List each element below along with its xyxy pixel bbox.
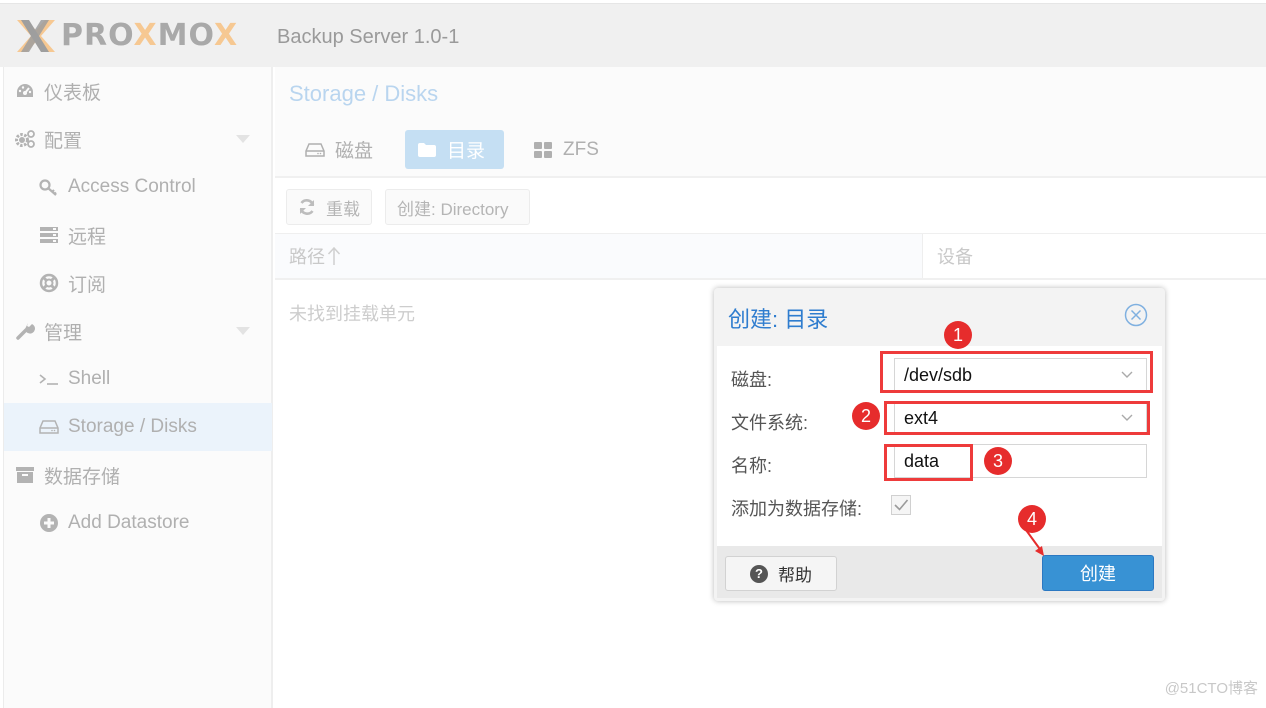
sidebar-item-remotes[interactable]: 远程 — [4, 211, 272, 259]
sidebar-item-label: Add Datastore — [68, 512, 190, 533]
server-icon — [38, 225, 60, 245]
column-header-device[interactable]: 设备 — [922, 234, 1266, 278]
sidebar: 仪表板 配置 Access Control 远程 订阅 管理 Shell Sto… — [3, 67, 273, 708]
grid-icon — [533, 141, 553, 159]
tab-bar: Storage / Disks 磁盘 目录 ZFS — [275, 67, 1266, 178]
column-label: 设备 — [937, 247, 973, 267]
filesystem-select[interactable]: ext4 — [894, 401, 1147, 435]
annotation-badge: 1 — [944, 321, 972, 349]
sidebar-item-label: Storage / Disks — [68, 416, 197, 437]
toolbar: 重载 创建: Directory — [275, 180, 1266, 234]
create-directory-dialog: 创建: 目录 磁盘: /dev/sdb 文件系统: ext4 名称: data … — [714, 288, 1165, 601]
dialog-title: 创建: 目录 — [728, 307, 829, 332]
terminal-icon — [38, 369, 60, 389]
create-label: 创建 — [1080, 564, 1116, 584]
name-input[interactable]: data — [894, 444, 1147, 478]
expand-caret-icon[interactable] — [236, 327, 250, 335]
sidebar-item-datastore[interactable]: 数据存储 — [4, 451, 272, 499]
create-directory-label: 创建: Directory — [397, 199, 509, 219]
page-title: Storage / Disks — [289, 81, 439, 106]
sidebar-item-administration[interactable]: 管理 — [4, 307, 272, 355]
help-label: 帮助 — [778, 566, 812, 585]
proxmox-x-icon — [17, 20, 55, 52]
disk-select[interactable]: /dev/sdb — [894, 358, 1147, 392]
tab-label: ZFS — [563, 138, 599, 160]
add-datastore-label: 添加为数据存储: — [731, 499, 863, 519]
annotation-arrow-icon — [1025, 529, 1044, 556]
product-version: Backup Server 1.0-1 — [277, 26, 460, 48]
sidebar-item-dashboard[interactable]: 仪表板 — [4, 67, 272, 115]
sidebar-item-label: 远程 — [68, 226, 107, 248]
annotation-badge: 3 — [984, 447, 1012, 475]
sidebar-item-subscription[interactable]: 订阅 — [4, 259, 272, 307]
app-header: PROXMOX Backup Server 1.0-1 — [0, 3, 1266, 67]
support-icon — [38, 273, 60, 293]
tab-label: 目录 — [447, 141, 486, 162]
sidebar-item-add-datastore[interactable]: Add Datastore — [4, 499, 272, 547]
sidebar-item-storage-disks[interactable]: Storage / Disks — [4, 403, 272, 451]
tab-label: 磁盘 — [335, 141, 374, 162]
name-label: 名称: — [731, 456, 773, 476]
watermark: @51CTO博客 — [1164, 680, 1258, 697]
filesystem-value: ext4 — [904, 407, 939, 428]
tab-disks[interactable]: 磁盘 — [293, 130, 385, 169]
gears-icon — [14, 129, 36, 149]
sidebar-item-label: 订阅 — [68, 274, 107, 296]
dashboard-icon — [14, 81, 36, 101]
expand-caret-icon[interactable] — [236, 135, 250, 143]
chevron-down-icon[interactable] — [1120, 368, 1134, 382]
reload-label: 重载 — [326, 199, 360, 219]
sidebar-item-label: 仪表板 — [44, 82, 102, 104]
sort-asc-icon — [327, 246, 341, 266]
dialog-footer: ? 帮助 创建 — [717, 546, 1162, 598]
filesystem-label: 文件系统: — [731, 413, 809, 433]
sidebar-item-shell[interactable]: Shell — [4, 355, 272, 403]
close-icon[interactable] — [1124, 303, 1148, 327]
hdd-icon — [38, 417, 60, 437]
sidebar-item-label: 管理 — [44, 322, 83, 344]
sidebar-item-label: 配置 — [44, 130, 83, 152]
archive-icon — [14, 465, 36, 485]
column-label: 路径 — [289, 247, 325, 267]
question-circle-icon: ? — [750, 564, 768, 583]
sidebar-item-configuration[interactable]: 配置 — [4, 115, 272, 163]
add-datastore-checkbox[interactable] — [891, 495, 911, 515]
help-button[interactable]: ? 帮助 — [725, 556, 837, 591]
create-button[interactable]: 创建 — [1042, 555, 1154, 591]
dialog-body: 磁盘: /dev/sdb 文件系统: ext4 名称: data 添加为数据存储… — [717, 346, 1162, 546]
sidebar-item-access-control[interactable]: Access Control — [4, 163, 272, 211]
refresh-icon — [298, 198, 316, 216]
disk-label: 磁盘: — [731, 370, 773, 390]
logo-wordmark: PROXMOX — [61, 18, 239, 53]
tab-directory[interactable]: 目录 — [405, 130, 504, 169]
annotation-badge: 2 — [852, 402, 880, 430]
disk-value: /dev/sdb — [904, 364, 973, 385]
proxmox-logo: PROXMOX — [15, 18, 238, 54]
plus-circle-icon — [38, 513, 60, 533]
reload-button[interactable]: 重载 — [286, 189, 372, 225]
sidebar-item-label: Shell — [68, 368, 111, 389]
empty-grid-message: 未找到挂载单元 — [289, 304, 415, 324]
chevron-down-icon[interactable] — [1120, 411, 1134, 425]
folder-icon — [417, 142, 437, 158]
name-value: data — [904, 450, 940, 471]
tab-zfs[interactable]: ZFS — [521, 130, 611, 169]
hdd-icon — [305, 142, 325, 158]
sidebar-item-label: 数据存储 — [44, 466, 121, 488]
wrench-icon — [14, 321, 36, 341]
sidebar-item-label: Access Control — [68, 176, 196, 197]
key-icon — [38, 177, 60, 197]
grid-header: 路径 设备 — [275, 234, 1266, 280]
checkmark-icon — [894, 499, 909, 511]
column-header-path[interactable]: 路径 — [275, 234, 922, 278]
create-directory-button[interactable]: 创建: Directory — [385, 189, 530, 225]
